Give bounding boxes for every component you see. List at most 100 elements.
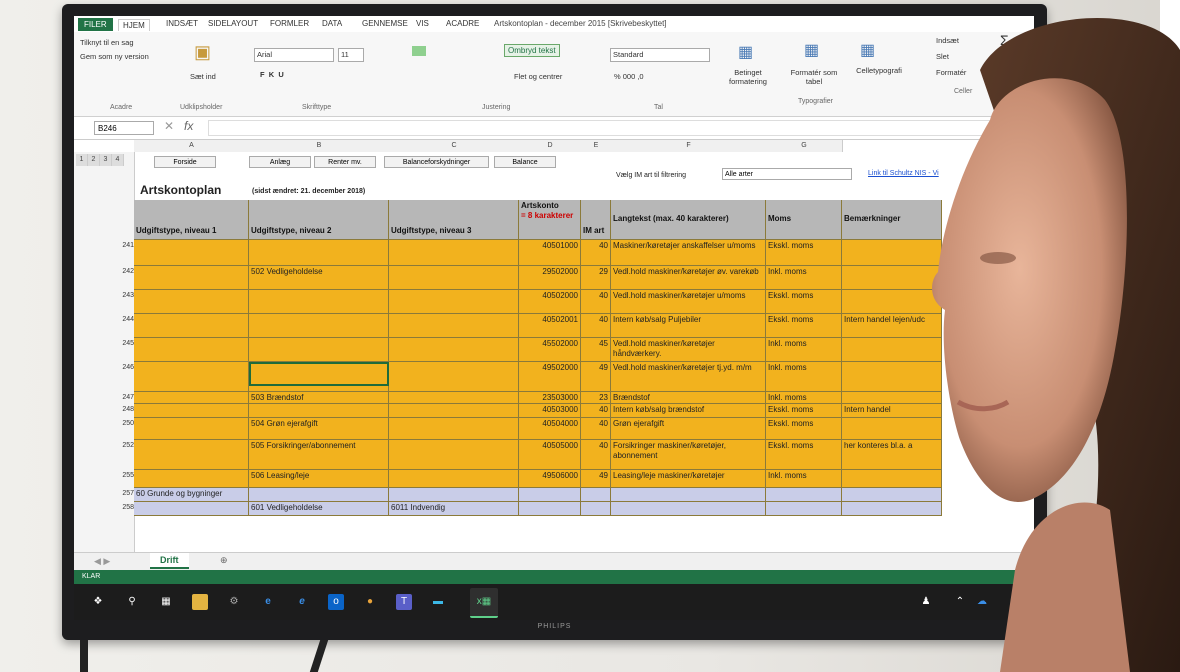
row-number[interactable]: 252 <box>74 442 134 449</box>
scroll-left-icon[interactable]: ◀ ▶ <box>94 556 110 567</box>
cell-e[interactable]: 40 <box>581 314 611 338</box>
edge-icon[interactable]: e <box>260 594 276 610</box>
cell-g[interactable]: Inkl. moms <box>766 362 842 392</box>
cell-e[interactable]: 49 <box>581 362 611 392</box>
table-cell[interactable] <box>581 502 611 516</box>
table-cell[interactable] <box>134 338 249 362</box>
row-number[interactable]: 247 <box>74 394 134 401</box>
percent-icon[interactable]: % 000 ,0 <box>614 72 644 81</box>
cell-d[interactable]: 49506000 <box>519 470 581 488</box>
table-cell[interactable] <box>389 362 519 392</box>
cell-a[interactable]: 60 Grunde og bygninger <box>134 488 249 502</box>
cell-d[interactable]: 40503000 <box>519 404 581 418</box>
conditional-format-button[interactable]: Betinget formatering <box>718 68 778 86</box>
row-number[interactable]: 257 <box>74 490 134 497</box>
cell-f[interactable]: Forsikringer maskiner/køretøjer, abonnem… <box>611 440 766 470</box>
filter-select[interactable]: Alle arter <box>722 168 852 180</box>
paste-button[interactable]: Sæt ind <box>190 72 216 81</box>
column-header[interactable]: B <box>249 140 390 152</box>
conditional-format-icon[interactable]: ▦ <box>738 42 753 62</box>
row-number[interactable]: 241 <box>74 242 134 249</box>
table-cell[interactable] <box>389 290 519 314</box>
merge-center-button[interactable]: Flet og centrer <box>514 72 562 81</box>
cell-d[interactable]: 29502000 <box>519 266 581 290</box>
table-cell[interactable] <box>519 488 581 502</box>
cell-g[interactable]: Inkl. moms <box>766 338 842 362</box>
cell-b[interactable] <box>249 290 389 314</box>
font-name-select[interactable]: Arial <box>254 48 334 62</box>
cell-b[interactable]: 503 Brændstof <box>249 392 389 404</box>
cell-c[interactable]: 6011 Indvendig <box>389 502 519 516</box>
cell-e[interactable]: 23 <box>581 392 611 404</box>
cell-e[interactable]: 49 <box>581 470 611 488</box>
outlook-icon[interactable]: o <box>328 594 344 610</box>
nav-button[interactable]: Balance <box>494 156 556 168</box>
cell-e[interactable]: 29 <box>581 266 611 290</box>
bold-icon[interactable]: F K U <box>260 70 284 79</box>
fx-icon[interactable]: fx <box>184 119 193 133</box>
cell-g[interactable]: Ekskl. moms <box>766 440 842 470</box>
table-cell[interactable] <box>134 418 249 440</box>
cell-f[interactable]: Maskiner/køretøjer anskaffelser u/moms <box>611 240 766 266</box>
task-view-icon[interactable]: ▦ <box>158 594 174 610</box>
ie-icon[interactable]: e <box>294 594 310 610</box>
tab-formulas[interactable]: FORMLER <box>270 19 309 28</box>
cell-f[interactable]: Brændstof <box>611 392 766 404</box>
add-sheet-icon[interactable]: ⊕ <box>220 555 228 566</box>
selected-cell[interactable] <box>249 362 389 386</box>
row-number[interactable]: 248 <box>74 406 134 413</box>
cell-f[interactable]: Vedl.hold maskiner/køretøjer håndværkery… <box>611 338 766 362</box>
wrap-text-button[interactable]: Ombryd tekst <box>504 44 560 57</box>
cell-b[interactable]: 506 Leasing/leje <box>249 470 389 488</box>
save-new-version-button[interactable]: Gem som ny version <box>80 52 149 61</box>
tab-page-layout[interactable]: SIDELAYOUT <box>208 19 258 28</box>
cell-b[interactable]: 504 Grøn ejerafgift <box>249 418 389 440</box>
cell-a[interactable] <box>134 502 249 516</box>
sheet-tab-drift[interactable]: Drift <box>150 553 189 569</box>
row-number[interactable]: 245 <box>74 340 134 347</box>
cell-g[interactable]: Inkl. moms <box>766 470 842 488</box>
formula-input[interactable] <box>208 120 1010 136</box>
cell-d[interactable]: 45502000 <box>519 338 581 362</box>
row-number[interactable]: 243 <box>74 292 134 299</box>
cell-b[interactable]: 601 Vedligeholdelse <box>249 502 389 516</box>
tab-view[interactable]: VIS <box>416 19 429 28</box>
start-icon[interactable]: ❖ <box>90 594 106 610</box>
cell-g[interactable]: Ekskl. moms <box>766 404 842 418</box>
notes-icon[interactable]: ▬ <box>430 594 446 610</box>
table-cell[interactable] <box>389 418 519 440</box>
cell-b[interactable]: 502 Vedligeholdelse <box>249 266 389 290</box>
cell-e[interactable]: 40 <box>581 290 611 314</box>
teams-icon[interactable]: T <box>396 594 412 610</box>
cell-b[interactable] <box>249 404 389 418</box>
row-number[interactable]: 244 <box>74 316 134 323</box>
cell-b[interactable] <box>249 338 389 362</box>
cell-f[interactable]: Vedl.hold maskiner/køretøjer u/moms <box>611 290 766 314</box>
cell-g[interactable]: Ekskl. moms <box>766 418 842 440</box>
cell-d[interactable]: 40501000 <box>519 240 581 266</box>
font-size-select[interactable]: 11 <box>338 48 364 62</box>
row-number[interactable]: 242 <box>74 268 134 275</box>
cell-e[interactable]: 45 <box>581 338 611 362</box>
table-cell[interactable] <box>766 488 842 502</box>
cell-g[interactable]: Inkl. moms <box>766 266 842 290</box>
table-cell[interactable] <box>389 338 519 362</box>
cell-d[interactable]: 40504000 <box>519 418 581 440</box>
table-cell[interactable] <box>134 404 249 418</box>
table-cell[interactable] <box>766 502 842 516</box>
nav-button[interactable]: Balanceforskydninger <box>384 156 489 168</box>
table-cell[interactable] <box>134 240 249 266</box>
cell-styles-icon[interactable]: ▦ <box>860 40 875 60</box>
cell-f[interactable]: Vedl.hold maskiner/køretøjer øv. varekøb <box>611 266 766 290</box>
table-cell[interactable] <box>134 290 249 314</box>
cell-g[interactable]: Ekskl. moms <box>766 290 842 314</box>
cell-e[interactable]: 40 <box>581 418 611 440</box>
table-cell[interactable] <box>389 314 519 338</box>
cell-b[interactable] <box>249 488 389 502</box>
tab-insert[interactable]: INDSÆT <box>166 19 198 28</box>
row-number[interactable]: 258 <box>74 504 134 511</box>
column-header[interactable]: G <box>766 140 843 152</box>
cell-d[interactable]: 23503000 <box>519 392 581 404</box>
cell-b[interactable]: 505 Forsikringer/abonnement <box>249 440 389 470</box>
outline-level-button[interactable]: 4 <box>112 154 124 166</box>
